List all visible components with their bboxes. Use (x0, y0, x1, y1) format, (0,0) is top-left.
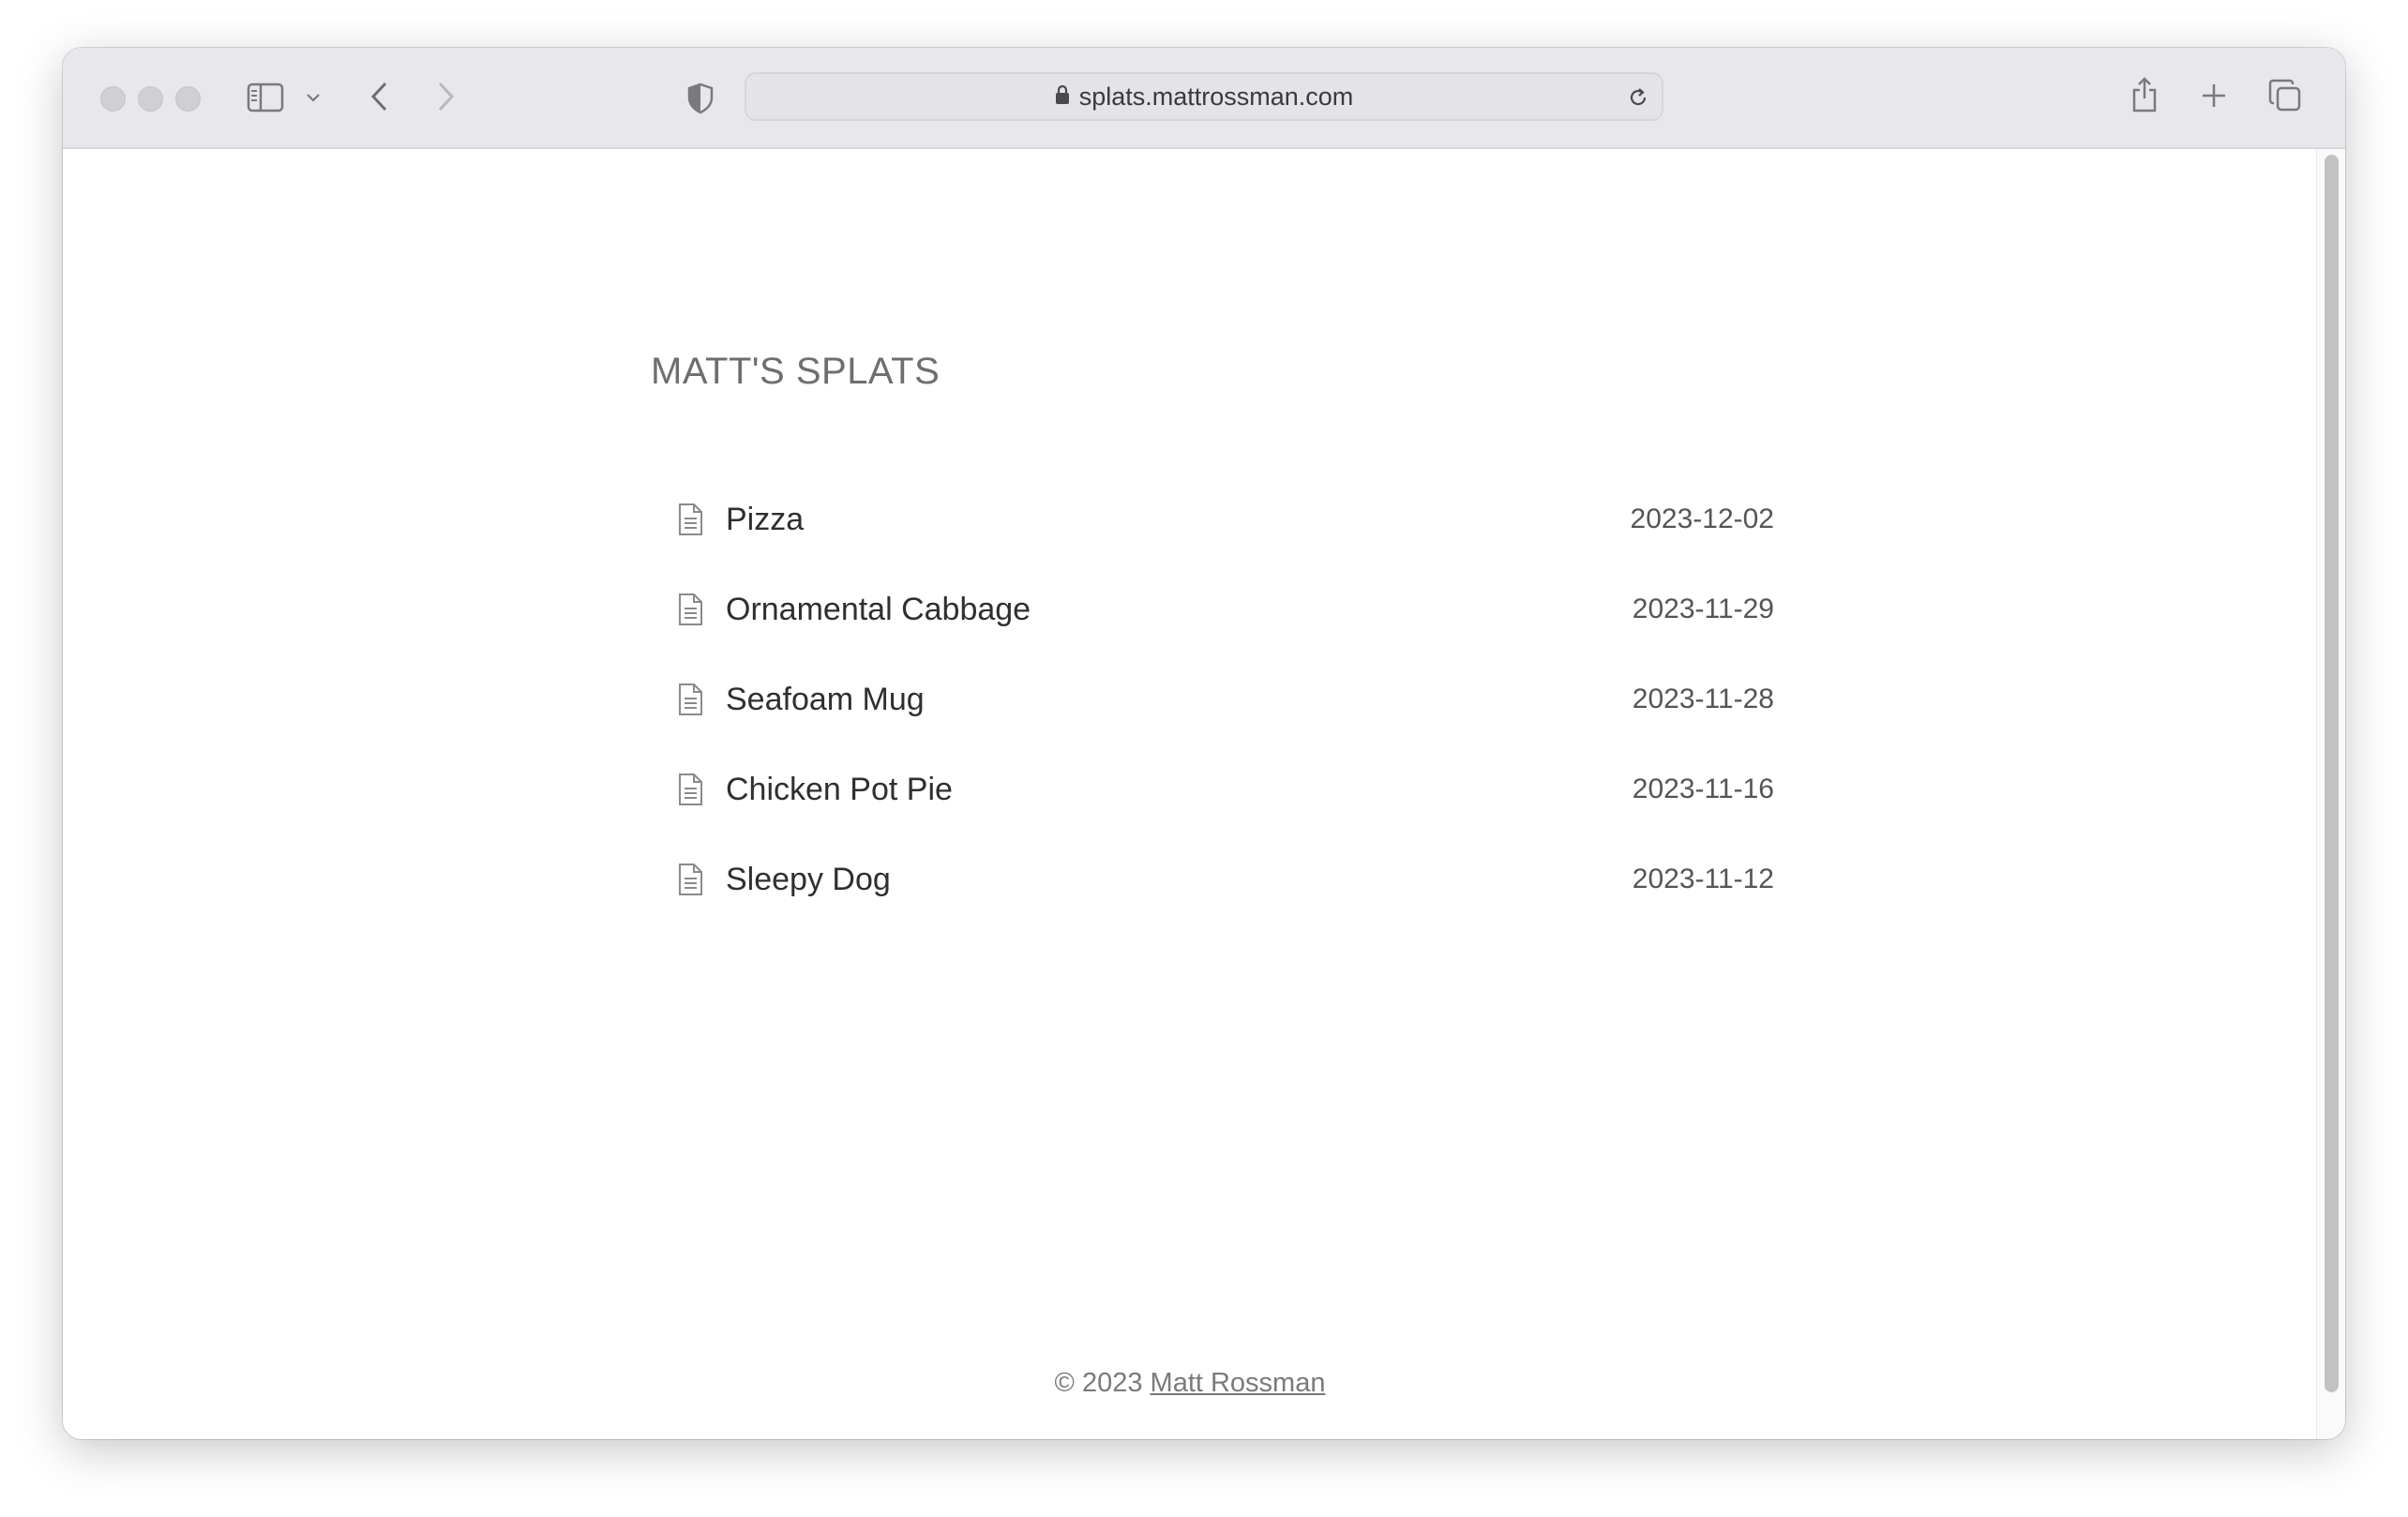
list-item: Chicken Pot Pie 2023-11-16 (677, 744, 1774, 834)
shield-icon[interactable] (682, 80, 719, 117)
sidebar-icon[interactable] (245, 80, 286, 115)
post-link[interactable]: Ornamental Cabbage (726, 592, 1031, 628)
browser-toolbar: splats.mattrossman.com (63, 48, 2345, 149)
document-icon (677, 862, 707, 897)
post-date: 2023-11-29 (1632, 593, 1774, 624)
list-item: Sleepy Dog 2023-11-12 (677, 834, 1774, 924)
minimize-window-button[interactable] (138, 86, 163, 112)
share-icon[interactable] (2126, 74, 2163, 115)
chevron-down-icon[interactable] (303, 85, 324, 110)
browser-window: splats.mattrossman.com MATT'S SPLATS Piz… (63, 48, 2345, 1439)
post-date: 2023-11-16 (1632, 774, 1774, 804)
reload-icon[interactable] (1626, 85, 1650, 110)
plus-icon[interactable] (2197, 79, 2231, 113)
scrollbar[interactable] (2316, 149, 2345, 1439)
post-link[interactable]: Chicken Pot Pie (726, 772, 953, 808)
post-date: 2023-11-28 (1632, 683, 1774, 714)
lock-icon (1055, 83, 1070, 112)
tabs-overview-icon[interactable] (2266, 77, 2304, 114)
post-date: 2023-11-12 (1632, 864, 1774, 894)
close-window-button[interactable] (100, 86, 126, 112)
post-link[interactable]: Pizza (726, 502, 804, 538)
author-link[interactable]: Matt Rossman (1151, 1368, 1326, 1398)
post-date: 2023-12-02 (1630, 503, 1774, 534)
scrollbar-thumb[interactable] (2325, 155, 2339, 1392)
post-link[interactable]: Sleepy Dog (726, 862, 891, 898)
page-footer: © 2023 Matt Rossman (63, 1368, 2317, 1399)
chevron-left-icon[interactable] (361, 78, 399, 115)
post-link[interactable]: Seafoam Mug (726, 682, 925, 718)
web-content: MATT'S SPLATS Pizza 2023-12-02 Ornamenta… (63, 149, 2317, 1439)
document-icon (677, 772, 707, 807)
list-item: Pizza 2023-12-02 (677, 474, 1774, 564)
list-item: Ornamental Cabbage 2023-11-29 (677, 564, 1774, 654)
copyright-text: © 2023 (1054, 1368, 1143, 1398)
zoom-window-button[interactable] (175, 86, 201, 112)
post-list: Pizza 2023-12-02 Ornamental Cabbage 2023… (677, 474, 1774, 924)
list-item: Seafoam Mug 2023-11-28 (677, 654, 1774, 744)
address-text: splats.mattrossman.com (1078, 82, 1354, 111)
chevron-right-icon[interactable] (427, 78, 464, 115)
document-icon (677, 682, 707, 717)
address-bar[interactable]: splats.mattrossman.com (745, 72, 1663, 121)
document-icon (677, 592, 707, 627)
page-title: MATT'S SPLATS (651, 351, 941, 392)
document-icon (677, 502, 707, 537)
